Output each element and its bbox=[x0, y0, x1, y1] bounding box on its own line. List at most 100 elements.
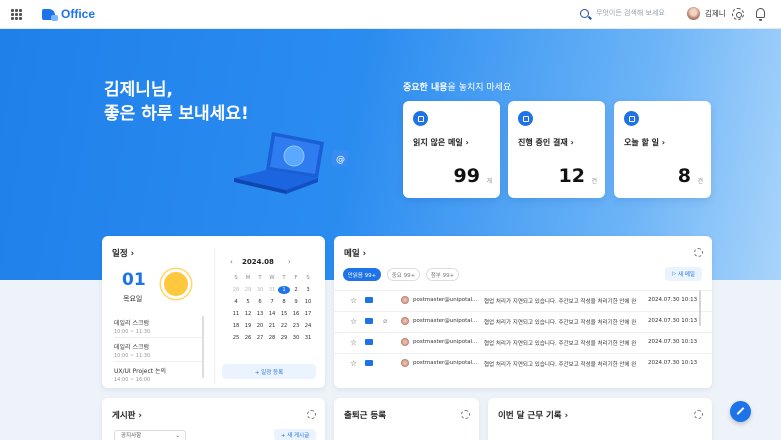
stat-unit: 건 bbox=[591, 178, 597, 185]
schedule-scrollbar[interactable] bbox=[202, 316, 204, 378]
star-icon[interactable]: ☆ bbox=[350, 317, 357, 326]
board-title[interactable]: 게시판 › bbox=[112, 409, 142, 421]
user-name: 김제니 bbox=[705, 9, 726, 18]
current-weekday: 목요일 bbox=[123, 295, 143, 303]
envelope-icon bbox=[365, 360, 373, 366]
add-schedule-button[interactable]: + 일정 등록 bbox=[222, 364, 316, 379]
envelope-icon bbox=[365, 339, 373, 345]
schedule-item[interactable]: UX/UI Project 논의 14:00 ~ 16:00 bbox=[114, 366, 202, 383]
calendar-day[interactable]: 14 bbox=[266, 310, 278, 318]
schedule-item[interactable]: 데일리 스크럼 10:00 ~ 11:30 bbox=[114, 342, 202, 359]
svg-text:@: @ bbox=[336, 155, 345, 165]
calendar-day[interactable]: 18 bbox=[230, 322, 242, 330]
schedule-item[interactable]: 데일리 스크럼 10:00 ~ 11:30 bbox=[114, 318, 202, 335]
stat-card-todo[interactable]: 오늘 할 일 › 8 건 bbox=[614, 101, 711, 198]
app-logo[interactable]: Office bbox=[42, 7, 95, 21]
calendar-day[interactable]: 8 bbox=[278, 298, 290, 306]
calendar-day[interactable]: 29 bbox=[242, 286, 254, 294]
star-icon[interactable]: ☆ bbox=[350, 338, 357, 347]
mail-subject: 협업 처리가 지연되고 있습니다. 주간보고 작성을 처리기한 안에 완... bbox=[484, 362, 636, 368]
calendar-day[interactable]: 26 bbox=[242, 334, 254, 342]
schedule-title[interactable]: 일정 › bbox=[112, 247, 134, 259]
search-box[interactable]: 무엇이든 검색해 보세요 bbox=[580, 8, 665, 18]
star-icon[interactable]: ☆ bbox=[350, 296, 357, 305]
current-day: 01 bbox=[122, 270, 146, 290]
prev-month-icon[interactable]: ‹ bbox=[230, 258, 233, 266]
mail-subject: 협업 처리가 지연되고 있습니다. 주간보고 작성을 처리기한 안에 완... bbox=[484, 299, 636, 305]
worklog-settings-gear-icon[interactable] bbox=[694, 410, 703, 419]
calendar-day[interactable]: 13 bbox=[254, 310, 266, 318]
calendar-weekday: S bbox=[306, 275, 310, 281]
app-name: Office bbox=[61, 7, 96, 21]
calendar-day[interactable]: 24 bbox=[302, 322, 314, 330]
worklog-title[interactable]: 이번 달 근무 기록 › bbox=[498, 409, 568, 421]
calendar-day[interactable]: 25 bbox=[230, 334, 242, 342]
calendar-weekday: T bbox=[258, 275, 262, 281]
calendar-day[interactable]: 7 bbox=[266, 298, 278, 306]
schedule-item-title: 데일리 스크럼 bbox=[114, 344, 150, 351]
calendar-day[interactable]: 16 bbox=[290, 310, 302, 318]
schedule-item-title: UX/UI Project 논의 bbox=[114, 368, 167, 375]
mail-row[interactable]: ☆ postmaster@unipotal... 협업 처리가 지연되고 있습니다.… bbox=[334, 290, 712, 310]
board-settings-gear-icon[interactable] bbox=[307, 410, 316, 419]
calendar-day[interactable]: 17 bbox=[302, 310, 314, 318]
mail-scrollbar[interactable] bbox=[699, 290, 701, 326]
stat-unit: 개 bbox=[486, 178, 492, 185]
mail-row[interactable]: ☆ ⌀ postmaster@unipotal... 협업 처리가 지연되고 있습니다… bbox=[334, 311, 712, 331]
mail-sender: postmaster@unipotal... bbox=[413, 297, 478, 303]
calendar-day[interactable]: 30 bbox=[254, 286, 266, 294]
calendar-day[interactable]: 4 bbox=[230, 298, 242, 306]
calendar-grid: S M T W T F S 28 29 30 31 1 2 3 4 5 6 7 8 9 10 11 12 13 14 15 16 17… bbox=[230, 274, 312, 342]
settings-gear-icon[interactable] bbox=[732, 8, 744, 20]
calendar-day[interactable]: 1 bbox=[278, 286, 290, 294]
calendar-day[interactable]: 6 bbox=[254, 298, 266, 306]
search-input[interactable]: 무엇이든 검색해 보세요 bbox=[596, 8, 665, 18]
calendar-day[interactable]: 10 bbox=[302, 298, 314, 306]
calendar-day[interactable]: 31 bbox=[302, 334, 314, 342]
quick-action-wand-icon[interactable] bbox=[730, 401, 751, 422]
sunny-weather-icon bbox=[164, 272, 188, 296]
search-icon[interactable] bbox=[580, 8, 589, 18]
calendar-day[interactable]: 5 bbox=[242, 298, 254, 306]
mail-settings-gear-icon[interactable] bbox=[694, 248, 703, 257]
new-mail-button[interactable]: ▷ 새 메일 bbox=[665, 267, 702, 281]
calendar-weekday: S bbox=[234, 275, 238, 281]
stat-value: 8 bbox=[677, 165, 691, 187]
calendar-day[interactable]: 28 bbox=[266, 334, 278, 342]
calendar-day[interactable]: 19 bbox=[242, 322, 254, 330]
tab-unread[interactable]: 안읽음 99+ bbox=[343, 268, 381, 281]
calendar-day[interactable]: 31 bbox=[266, 286, 278, 294]
mail-row[interactable]: ☆ postmaster@unipotal... 협업 처리가 지연되고 있습니다.… bbox=[334, 332, 712, 352]
calendar-day[interactable]: 22 bbox=[278, 322, 290, 330]
schedule-item-time: 14:00 ~ 16:00 bbox=[114, 377, 151, 383]
calendar-day[interactable]: 2 bbox=[290, 286, 302, 294]
calendar-day[interactable]: 12 bbox=[242, 310, 254, 318]
star-icon[interactable]: ☆ bbox=[350, 359, 357, 368]
sender-avatar bbox=[401, 338, 409, 346]
calendar-day[interactable]: 23 bbox=[290, 322, 302, 330]
calendar-day[interactable]: 27 bbox=[254, 334, 266, 342]
attendance-title[interactable]: 출퇴근 등록 bbox=[344, 409, 386, 421]
attendance-settings-gear-icon[interactable] bbox=[461, 410, 470, 419]
calendar-day[interactable]: 21 bbox=[266, 322, 278, 330]
app-grid-icon[interactable] bbox=[11, 9, 22, 20]
new-post-button[interactable]: + 새 게시글 bbox=[274, 429, 316, 440]
calendar-day[interactable]: 9 bbox=[290, 298, 302, 306]
user-menu[interactable]: 김제니 bbox=[687, 7, 726, 20]
next-month-icon[interactable]: › bbox=[288, 258, 291, 266]
calendar-day[interactable]: 29 bbox=[278, 334, 290, 342]
mail-row[interactable]: ☆ postmaster@unipotal... 협업 처리가 지연되고 있습니다.… bbox=[334, 353, 712, 373]
calendar-day[interactable]: 11 bbox=[230, 310, 242, 318]
notification-bell-icon[interactable] bbox=[756, 8, 765, 21]
calendar-day[interactable]: 30 bbox=[290, 334, 302, 342]
calendar-day[interactable]: 20 bbox=[254, 322, 266, 330]
board-category-select[interactable]: 공지사항 ⌄ bbox=[114, 430, 186, 440]
tab-important[interactable]: 중요 99+ bbox=[387, 268, 420, 281]
calendar-day[interactable]: 3 bbox=[302, 286, 314, 294]
mail-title[interactable]: 메일 › bbox=[344, 247, 366, 259]
tab-attachment[interactable]: 첨부 99+ bbox=[426, 268, 459, 281]
stat-card-unread-mail[interactable]: 읽지 않은 메일 › 99 개 bbox=[403, 101, 500, 198]
calendar-day[interactable]: 28 bbox=[230, 286, 242, 294]
calendar-day[interactable]: 15 bbox=[278, 310, 290, 318]
stat-card-approval[interactable]: 진행 중인 결재 › 12 건 bbox=[508, 101, 605, 198]
